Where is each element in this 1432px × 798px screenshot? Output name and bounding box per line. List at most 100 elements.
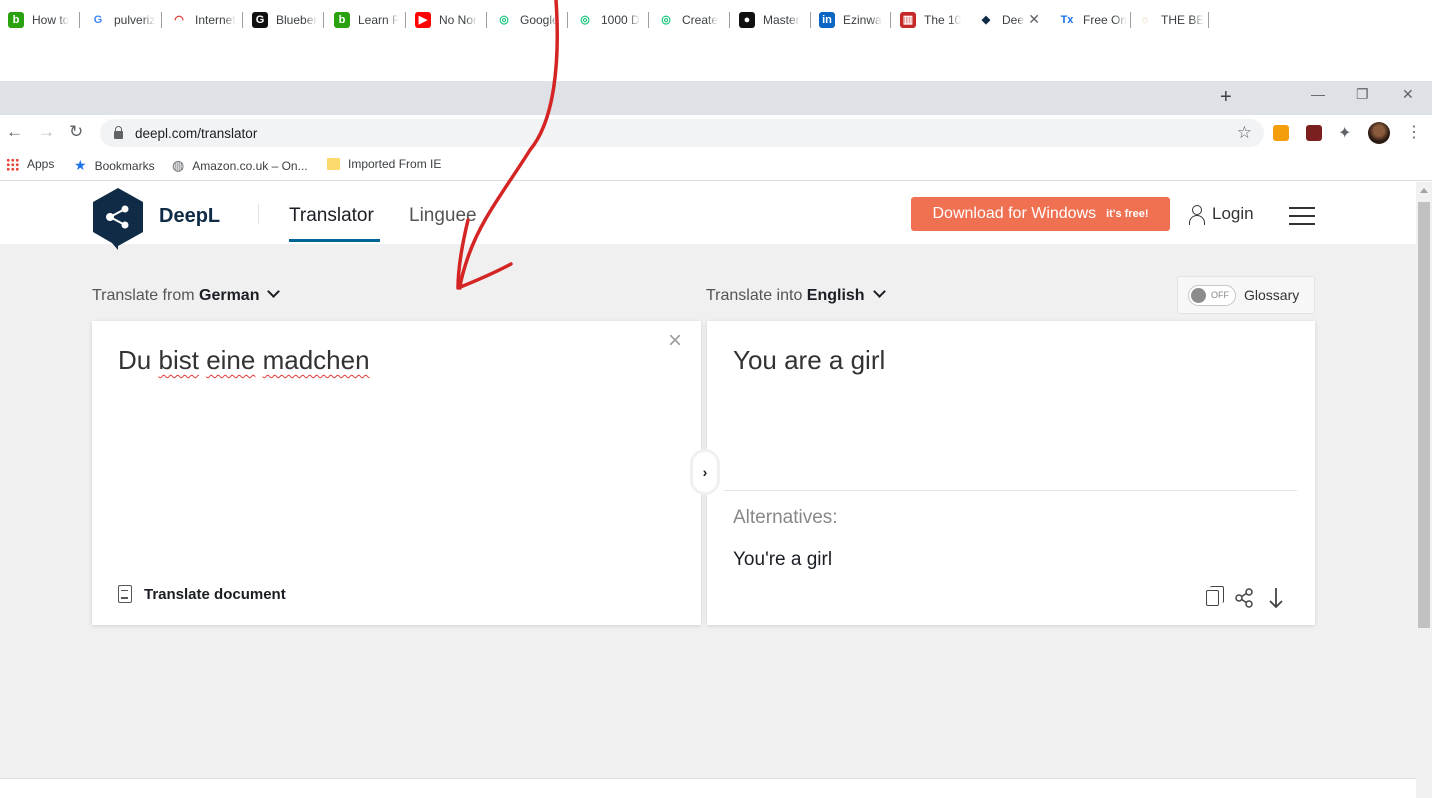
browser-tab[interactable]: ● Master xyxy=(731,5,811,34)
new-tab-button[interactable]: + xyxy=(1220,86,1232,108)
browser-tab[interactable]: Gpulveriz xyxy=(82,5,162,34)
hamburger-menu-icon[interactable] xyxy=(1289,207,1315,225)
page-scrollbar[interactable] xyxy=(1416,182,1432,798)
download-windows-button[interactable]: Download for Windows it's free! xyxy=(911,197,1170,231)
acrobat-extension-icon[interactable] xyxy=(1306,125,1322,141)
source-word: Du xyxy=(118,345,152,375)
browser-tab[interactable]: in Ezinwa xyxy=(811,5,891,34)
tab-separator xyxy=(1208,12,1209,28)
tab-title: Dee xyxy=(1002,12,1025,27)
target-language-selector[interactable]: Translate into English xyxy=(706,285,886,305)
source-text-input[interactable]: Du bist eine madchen xyxy=(118,345,370,376)
shopping-extension-icon[interactable] xyxy=(1273,125,1289,141)
nav-linguee[interactable]: Linguee xyxy=(409,205,477,227)
bookmark-imported-from-ie[interactable]: Imported From IE xyxy=(327,157,441,171)
chevron-down-icon xyxy=(872,285,886,298)
youtube-icon: ▶ xyxy=(415,11,431,28)
swap-chevron-icon[interactable]: › xyxy=(690,449,720,495)
tab-separator xyxy=(729,12,730,28)
clear-text-icon[interactable]: × xyxy=(668,327,682,355)
browser-tab[interactable]: b How to xyxy=(0,5,80,34)
forward-icon[interactable]: → xyxy=(38,123,55,141)
minimize-button[interactable]: — xyxy=(1311,86,1325,102)
brand-name[interactable]: DeepL xyxy=(159,205,220,228)
tab-close-icon[interactable]: ✕ xyxy=(1028,11,1040,28)
source-word: bist xyxy=(158,345,199,375)
source-prefix: Translate from xyxy=(92,287,195,304)
tab-title: THE BE xyxy=(1161,12,1205,27)
browser-tab[interactable]: ◎ Create xyxy=(650,5,730,34)
browser-tab[interactable]: ◆ Dee ✕ xyxy=(970,5,1048,34)
translation-output[interactable]: You are a girl xyxy=(733,345,885,376)
grammarly-icon: G xyxy=(252,11,268,28)
translate-document-button[interactable]: Translate document xyxy=(118,585,286,603)
alternative-item[interactable]: You're a girl xyxy=(733,549,832,571)
tab-title: 1000 D xyxy=(601,12,640,27)
close-window-button[interactable]: ✕ xyxy=(1402,86,1414,103)
address-bar[interactable]: deepl.com/translator ☆ xyxy=(100,119,1264,147)
glossary-toggle[interactable]: OFF Glossary xyxy=(1177,276,1315,314)
login-label: Login xyxy=(1212,204,1254,223)
browser-tab[interactable]: ◠ Internet xyxy=(163,5,243,34)
deepl-page: DeepL Translator Linguee Download for Wi… xyxy=(0,182,1416,778)
source-word: eine xyxy=(206,345,256,375)
download-arrow-icon[interactable] xyxy=(1265,587,1287,609)
browser-tab[interactable]: G Blueber xyxy=(244,5,324,34)
tab-separator xyxy=(567,12,568,28)
chatgpt-icon: ◎ xyxy=(661,14,671,26)
loading-spinner-icon: ☼ xyxy=(1139,13,1151,26)
bookmark-apps[interactable]: Apps xyxy=(6,157,54,171)
restore-button[interactable]: ❐ xyxy=(1356,86,1369,103)
chatgpt-icon: ◎ xyxy=(580,14,590,26)
browser-tab[interactable]: b Learn F xyxy=(326,5,406,34)
share-icon[interactable] xyxy=(1233,587,1255,609)
header-divider xyxy=(258,204,259,224)
tab-title: Google xyxy=(520,12,559,27)
copy-icon[interactable] xyxy=(1201,586,1224,609)
profile-avatar[interactable] xyxy=(1368,122,1390,144)
target-language: English xyxy=(806,287,865,304)
browser-tab[interactable]: Tx Free On xyxy=(1051,5,1131,34)
tab-title: Create xyxy=(682,12,719,27)
clear-format-icon: Tx xyxy=(1060,13,1074,26)
document-icon xyxy=(118,585,132,603)
deepl-icon: ◆ xyxy=(981,14,991,26)
bing-b-icon: b xyxy=(334,11,350,28)
scrollbar-thumb[interactable] xyxy=(1418,202,1430,628)
extensions-puzzle-icon[interactable]: ✦ xyxy=(1338,123,1356,142)
browser-tab[interactable]: ◎ Google xyxy=(488,5,568,34)
browser-tab[interactable]: ◎ 1000 D xyxy=(569,5,649,34)
scroll-up-icon[interactable] xyxy=(1420,188,1428,193)
bookmark-label: Bookmarks xyxy=(94,158,155,173)
tab-title: The 10 xyxy=(924,12,962,27)
lock-icon xyxy=(114,126,123,139)
reload-icon[interactable]: ↻ xyxy=(69,123,83,141)
back-icon[interactable]: ← xyxy=(6,123,23,141)
site-header: DeepL Translator Linguee Download for Wi… xyxy=(0,182,1416,250)
browser-tab[interactable]: ▶ No Nor xyxy=(407,5,487,34)
bookmark-star-icon[interactable]: ☆ xyxy=(1237,123,1252,143)
deepl-logo-icon[interactable] xyxy=(92,188,144,250)
source-language-selector[interactable]: Translate from German xyxy=(92,285,281,305)
translate-document-label: Translate document xyxy=(144,585,286,603)
page-bottom-bar xyxy=(0,778,1416,798)
tab-title: How to xyxy=(32,12,70,27)
browser-tab[interactable]: ▥ The 10 xyxy=(892,5,972,34)
target-panel: You are a girl Alternatives: You're a gi… xyxy=(707,321,1315,625)
screen: { "browser": { "tabs": [ {"title": "How … xyxy=(0,0,1432,798)
browser-menu-icon[interactable]: ⋮ xyxy=(1406,122,1422,142)
source-panel: Du bist eine madchen × Translate documen… xyxy=(92,321,701,625)
toggle-switch[interactable]: OFF xyxy=(1188,284,1236,306)
bookmark-bookmarks[interactable]: ★ Bookmarks xyxy=(74,157,155,174)
tab-title: Blueber xyxy=(276,12,318,27)
login-button[interactable]: Login xyxy=(1188,204,1254,225)
nav-translator[interactable]: Translator xyxy=(289,205,374,227)
tab-title: No Nor xyxy=(439,12,478,27)
tab-separator xyxy=(161,12,162,28)
source-language: German xyxy=(199,287,260,304)
bookmark-amazon[interactable]: ◍ Amazon.co.uk – On... xyxy=(172,157,308,174)
browser-tab[interactable]: ☼ THE BE xyxy=(1129,5,1209,34)
tab-strip xyxy=(0,81,1432,115)
google-g-icon: G xyxy=(93,13,103,26)
url-text: deepl.com/translator xyxy=(135,125,258,141)
